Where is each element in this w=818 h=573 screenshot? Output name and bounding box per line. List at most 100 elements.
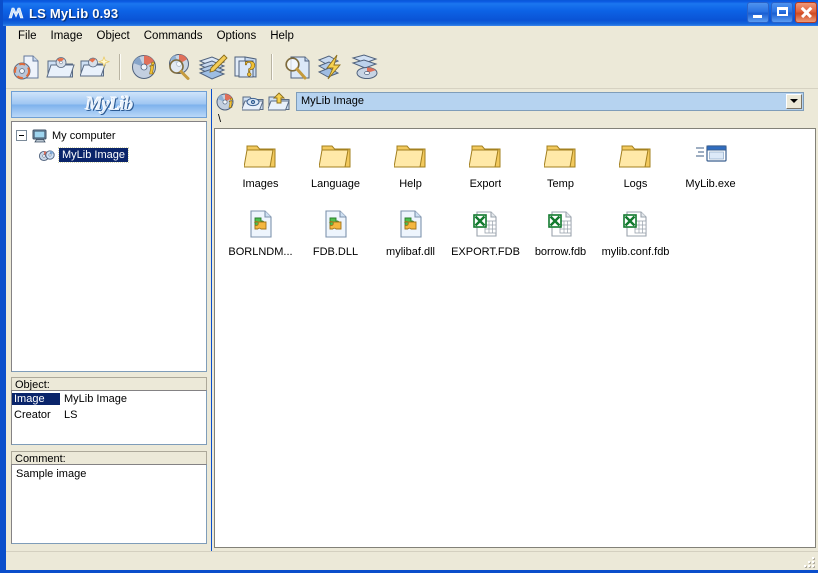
menu-item-image[interactable]: Image: [44, 28, 90, 44]
pages-disc-icon[interactable]: [348, 50, 382, 84]
item-name: Temp: [547, 178, 574, 190]
pages-question-icon[interactable]: ?: [230, 50, 264, 84]
mylib-logo-icon: [8, 5, 24, 21]
maximize-button[interactable]: [771, 2, 793, 23]
list-item[interactable]: mylibaf.dll: [373, 203, 448, 271]
comment-textarea[interactable]: Sample image: [11, 464, 207, 544]
object-panel-caption: Object:: [11, 377, 207, 391]
folder-icon: [243, 139, 278, 173]
location-combobox[interactable]: MyLib Image: [296, 91, 804, 111]
item-name: Export: [469, 178, 502, 190]
status-bar: [6, 551, 818, 570]
item-name: mylib.conf.fdb: [601, 246, 670, 258]
menu-bar: File Image Object Commands Options Help: [6, 26, 818, 46]
folder-icon: [468, 139, 503, 173]
resize-grip-icon[interactable]: [802, 555, 816, 569]
item-name: Language: [311, 178, 360, 190]
window-title: LS MyLib 0.93: [29, 5, 119, 21]
database-spreadsheet-icon: [619, 207, 653, 241]
computer-icon: [31, 128, 49, 144]
svg-text:i: i: [229, 96, 234, 110]
toolbar-group-info: i ?: [128, 50, 264, 84]
location-combobox-value: MyLib Image: [301, 95, 364, 107]
toolbar-separator: [271, 54, 273, 80]
disc-info-icon[interactable]: i: [128, 50, 162, 84]
object-value: LS: [64, 409, 78, 421]
chevron-down-icon[interactable]: [786, 93, 802, 109]
list-item[interactable]: Help: [373, 135, 448, 203]
svg-text:i: i: [149, 59, 155, 78]
list-item[interactable]: Language: [298, 135, 373, 203]
tree-node-label: My computer: [52, 129, 116, 142]
item-name: EXPORT.FDB: [451, 246, 520, 258]
object-caption-text: Object:: [15, 378, 50, 391]
object-row[interactable]: Creator LS: [12, 407, 206, 423]
window-controls: [747, 2, 817, 23]
file-grid: Images Language Help Export Temp Logs My…: [215, 129, 815, 271]
address-bar: i MyLib Image: [214, 89, 816, 113]
item-name: Images: [242, 178, 279, 190]
minimize-button[interactable]: [747, 2, 769, 23]
folder-view-icon[interactable]: [240, 90, 266, 112]
item-name: mylibaf.dll: [386, 246, 435, 258]
tree-expander-icon[interactable]: [16, 130, 27, 141]
application-window: LS MyLib 0.93 File Image Object Commands…: [0, 0, 818, 573]
database-spreadsheet-icon: [544, 207, 578, 241]
object-key: Creator: [14, 409, 51, 421]
list-item[interactable]: borrow.fdb: [523, 203, 598, 271]
new-image-disc-icon[interactable]: [10, 50, 44, 84]
dll-puzzle-icon: [319, 207, 353, 241]
image-info-icon[interactable]: i: [214, 90, 240, 112]
close-button[interactable]: [795, 2, 817, 23]
edit-pages-pencil-icon[interactable]: [196, 50, 230, 84]
disc-search-icon[interactable]: [162, 50, 196, 84]
item-name: MyLib.exe: [685, 178, 736, 190]
comment-panel-caption: Comment:: [11, 451, 207, 465]
content-pane: i MyLib Image \ Images Language Help Exp…: [212, 89, 818, 551]
menu-item-options[interactable]: Options: [210, 28, 264, 44]
flash-pages-icon[interactable]: [314, 50, 348, 84]
application-exe-icon: [694, 139, 728, 173]
list-item[interactable]: MyLib.exe: [673, 135, 748, 203]
object-properties-list[interactable]: Image MyLib Image Creator LS: [11, 390, 207, 445]
tree-node-label-selected: MyLib Image: [58, 146, 129, 163]
comment-caption-text: Comment:: [15, 452, 66, 465]
menu-item-commands[interactable]: Commands: [137, 28, 210, 44]
menu-item-file[interactable]: File: [11, 28, 44, 44]
folder-icon: [393, 139, 428, 173]
dll-puzzle-icon: [394, 207, 428, 241]
item-name: Logs: [623, 178, 648, 190]
dll-puzzle-icon: [244, 207, 278, 241]
list-item[interactable]: mylib.conf.fdb: [598, 203, 673, 271]
list-item[interactable]: FDB.DLL: [298, 203, 373, 271]
list-item[interactable]: Logs: [598, 135, 673, 203]
item-name: BORLNDM...: [228, 246, 293, 258]
folder-up-icon[interactable]: [266, 90, 292, 112]
object-key: Image: [12, 393, 60, 405]
item-name: FDB.DLL: [312, 246, 359, 258]
main-toolbar: i ?: [6, 46, 818, 89]
open-image-folder-icon[interactable]: [44, 50, 78, 84]
object-tree[interactable]: My computer MyLib Image: [11, 121, 207, 372]
object-row[interactable]: Image MyLib Image: [12, 391, 206, 407]
current-path-label: \: [218, 113, 222, 125]
title-bar: LS MyLib 0.93: [3, 0, 818, 26]
new-folder-sparkle-icon[interactable]: [78, 50, 112, 84]
find-page-magnifier-icon[interactable]: [280, 50, 314, 84]
menu-item-help[interactable]: Help: [263, 28, 301, 44]
svg-text:?: ?: [244, 57, 256, 81]
comment-text: Sample image: [16, 468, 87, 480]
list-item[interactable]: BORLNDM...: [223, 203, 298, 271]
toolbar-group-file: [10, 50, 112, 84]
list-item[interactable]: Temp: [523, 135, 598, 203]
tree-node-my-computer[interactable]: My computer: [16, 126, 206, 145]
list-item[interactable]: Images: [223, 135, 298, 203]
folder-icon: [543, 139, 578, 173]
list-item[interactable]: EXPORT.FDB: [448, 203, 523, 271]
folder-icon: [318, 139, 353, 173]
menu-item-object[interactable]: Object: [90, 28, 137, 44]
file-list-view[interactable]: Images Language Help Export Temp Logs My…: [214, 128, 816, 548]
tree-node-mylib-image[interactable]: MyLib Image: [16, 145, 206, 164]
list-item[interactable]: Export: [448, 135, 523, 203]
item-name: Help: [399, 178, 422, 190]
